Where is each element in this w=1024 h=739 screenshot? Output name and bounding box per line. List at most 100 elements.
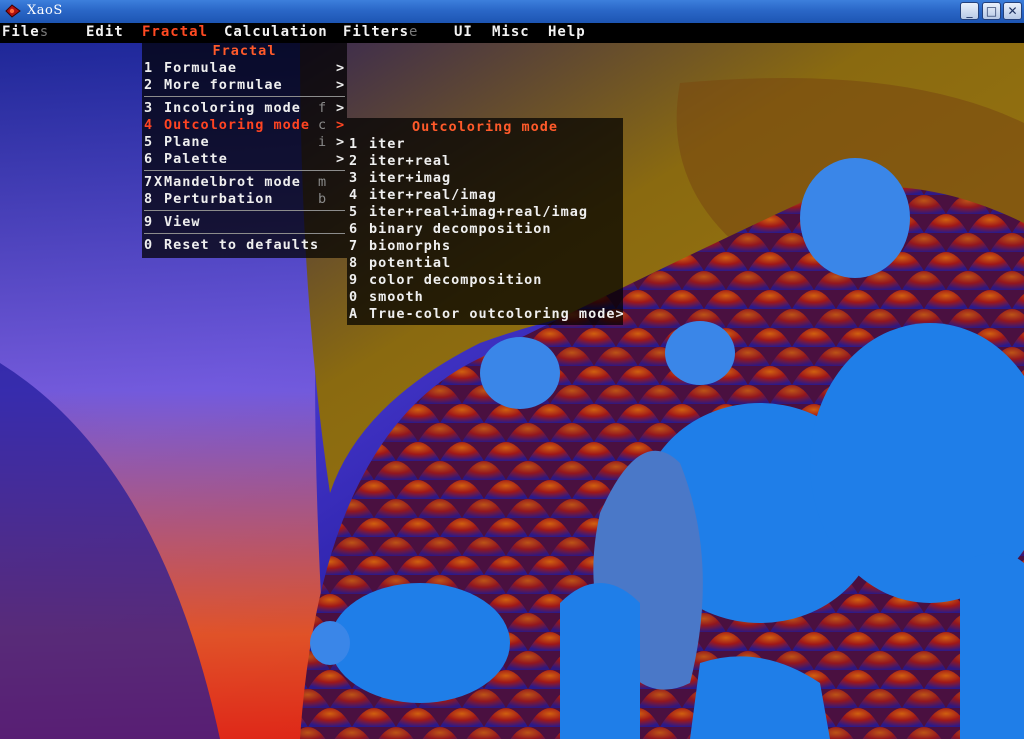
menu-item-label: More formulae bbox=[164, 77, 283, 93]
submenu-arrow-icon: > bbox=[336, 100, 346, 116]
menu-item-number: 8 bbox=[349, 255, 359, 271]
menu-item-label: smooth bbox=[369, 289, 424, 305]
maximize-icon: □ bbox=[985, 4, 998, 18]
menu-calculation-label: Calculation bbox=[224, 24, 328, 40]
menu-separator bbox=[144, 96, 345, 97]
menu-item-number: 5 bbox=[144, 134, 154, 150]
submenu-arrow-icon: > bbox=[336, 77, 346, 93]
menu-item-number: 5 bbox=[349, 204, 359, 220]
menu-item-label: Outcoloring mode bbox=[164, 117, 311, 133]
fractal-menu-title: Fractal bbox=[212, 43, 277, 59]
menu-item-number: 2 bbox=[144, 77, 154, 93]
menu-item-shortcut: m bbox=[318, 174, 328, 190]
menu-item-number: 8 bbox=[144, 191, 154, 207]
menu-item-label: Palette bbox=[164, 151, 228, 167]
menu-item-label: potential bbox=[369, 255, 452, 271]
outcolor-item-color-decomposition[interactable]: 9 color decomposition bbox=[349, 272, 542, 289]
menu-item-label: iter+real+imag+real/imag bbox=[369, 204, 589, 220]
outcolor-item-potential[interactable]: 8 potential bbox=[349, 255, 451, 272]
menu-item-number: 3 bbox=[144, 100, 154, 116]
menu-item-more-formulae[interactable]: 2 More formulae bbox=[144, 77, 283, 94]
close-button[interactable]: ✕ bbox=[1003, 2, 1022, 20]
menu-item-view[interactable]: 9 View bbox=[144, 214, 201, 231]
outcolor-item-iter[interactable]: 1 iter bbox=[349, 136, 406, 153]
maximize-button[interactable]: □ bbox=[982, 2, 1001, 20]
menu-bar: Files Edit Fractal Calculation Filterse … bbox=[0, 23, 1024, 43]
menu-item-label: iter+real bbox=[369, 153, 452, 169]
submenu-arrow-icon: > bbox=[336, 134, 346, 150]
menu-item-label: Incoloring mode bbox=[164, 100, 301, 116]
menu-item-number: 4 bbox=[349, 187, 359, 203]
menu-item-number: 9 bbox=[349, 272, 359, 288]
menu-filters[interactable]: Filterse bbox=[343, 24, 418, 40]
menu-separator bbox=[144, 210, 345, 211]
menu-item-number: 1 bbox=[144, 60, 154, 76]
menu-item-perturbation[interactable]: 8 Perturbation bbox=[144, 191, 274, 208]
menu-item-formulae[interactable]: 1 Formulae bbox=[144, 60, 237, 77]
menu-item-reset-defaults[interactable]: 0 Reset to defaults bbox=[144, 237, 319, 254]
menu-item-label: Mandelbrot mode bbox=[164, 174, 301, 190]
menu-item-label: Reset to defaults bbox=[164, 237, 320, 253]
outcolor-item-iter-real[interactable]: 2 iter+real bbox=[349, 153, 451, 170]
menu-item-label: iter+real/imag bbox=[369, 187, 497, 203]
menu-file[interactable]: Files bbox=[2, 24, 49, 40]
outcolor-item-smooth[interactable]: 0 smooth bbox=[349, 289, 424, 306]
outcolor-item-iter-real-imag-ratio[interactable]: 5 iter+real+imag+real/imag bbox=[349, 204, 588, 221]
menu-item-outcoloring-mode[interactable]: 4 Outcoloring mode bbox=[144, 117, 310, 134]
menu-edit-label: Edit bbox=[86, 24, 124, 40]
menu-fractal[interactable]: Fractal bbox=[142, 24, 208, 40]
menu-item-number: 6 bbox=[144, 151, 154, 167]
menu-separator bbox=[144, 233, 345, 234]
submenu-arrow-icon: > bbox=[336, 60, 346, 76]
menu-item-plane[interactable]: 5 Plane bbox=[144, 134, 210, 151]
menu-item-number: 7 bbox=[349, 238, 359, 254]
menu-item-label: True-color outcoloring mode> bbox=[369, 306, 625, 322]
outcolor-item-iter-imag[interactable]: 3 iter+imag bbox=[349, 170, 451, 187]
menu-item-label: Formulae bbox=[164, 60, 238, 76]
minimize-icon: _ bbox=[966, 4, 973, 18]
menu-item-number: 7 bbox=[144, 174, 154, 190]
menu-item-label: biomorphs bbox=[369, 238, 452, 254]
outcolor-item-iter-real-imag[interactable]: 4 iter+real/imag bbox=[349, 187, 497, 204]
menu-item-number: 9 bbox=[144, 214, 154, 230]
menu-item-incoloring-mode[interactable]: 3 Incoloring mode bbox=[144, 100, 301, 117]
outcolor-item-binary-decomposition[interactable]: 6 binary decomposition bbox=[349, 221, 552, 238]
menu-item-palette[interactable]: 6 Palette bbox=[144, 151, 228, 168]
menu-item-label: color decomposition bbox=[369, 272, 543, 288]
menu-fractal-label: Fractal bbox=[142, 24, 209, 40]
submenu-arrow-icon: > bbox=[336, 151, 346, 167]
window-title: XaoS bbox=[27, 3, 63, 18]
menu-item-shortcut: b bbox=[318, 191, 328, 207]
menu-help[interactable]: Help bbox=[548, 24, 586, 40]
fractal-menu: Fractal 1 Formulae > 2 More formulae > 3 In… bbox=[142, 43, 347, 258]
close-icon: ✕ bbox=[1007, 4, 1018, 18]
menu-edit[interactable]: Edit bbox=[86, 24, 124, 40]
title-bar: XaoS _ □ ✕ bbox=[0, 0, 1024, 24]
menu-filters-key: e bbox=[409, 24, 419, 40]
menu-item-label: iter+imag bbox=[369, 170, 452, 186]
outcolor-item-true-color-mode[interactable]: A True-color outcoloring mode> bbox=[349, 306, 625, 323]
menu-item-label: Perturbation bbox=[164, 191, 274, 207]
menu-item-shortcut: f bbox=[318, 100, 328, 116]
menu-item-shortcut: c bbox=[318, 117, 328, 133]
menu-separator bbox=[144, 170, 345, 171]
menu-item-label: iter bbox=[369, 136, 406, 152]
menu-item-number: 4 bbox=[144, 117, 154, 133]
menu-misc-label: Misc bbox=[492, 24, 530, 40]
menu-item-shortcut: i bbox=[318, 134, 328, 150]
minimize-button[interactable]: _ bbox=[960, 2, 979, 20]
submenu-arrow-icon: > bbox=[336, 117, 346, 133]
menu-item-label: Plane bbox=[164, 134, 210, 150]
xaos-fractal-icon[interactable] bbox=[4, 3, 22, 19]
menu-item-label: binary decomposition bbox=[369, 221, 552, 237]
menu-calculation[interactable]: Calculation bbox=[224, 24, 328, 40]
menu-ui-label: UI bbox=[454, 24, 473, 40]
menu-item-number: 0 bbox=[349, 289, 359, 305]
outcolor-item-biomorphs[interactable]: 7 biomorphs bbox=[349, 238, 451, 255]
menu-item-number: 1 bbox=[349, 136, 359, 152]
menu-misc[interactable]: Misc bbox=[492, 24, 530, 40]
menu-ui[interactable]: UI bbox=[454, 24, 473, 40]
menu-item-mandelbrot-mode[interactable]: 7XMandelbrot mode bbox=[144, 174, 301, 191]
checkmark-icon: X bbox=[154, 174, 164, 190]
menu-file-label: File bbox=[2, 24, 40, 40]
